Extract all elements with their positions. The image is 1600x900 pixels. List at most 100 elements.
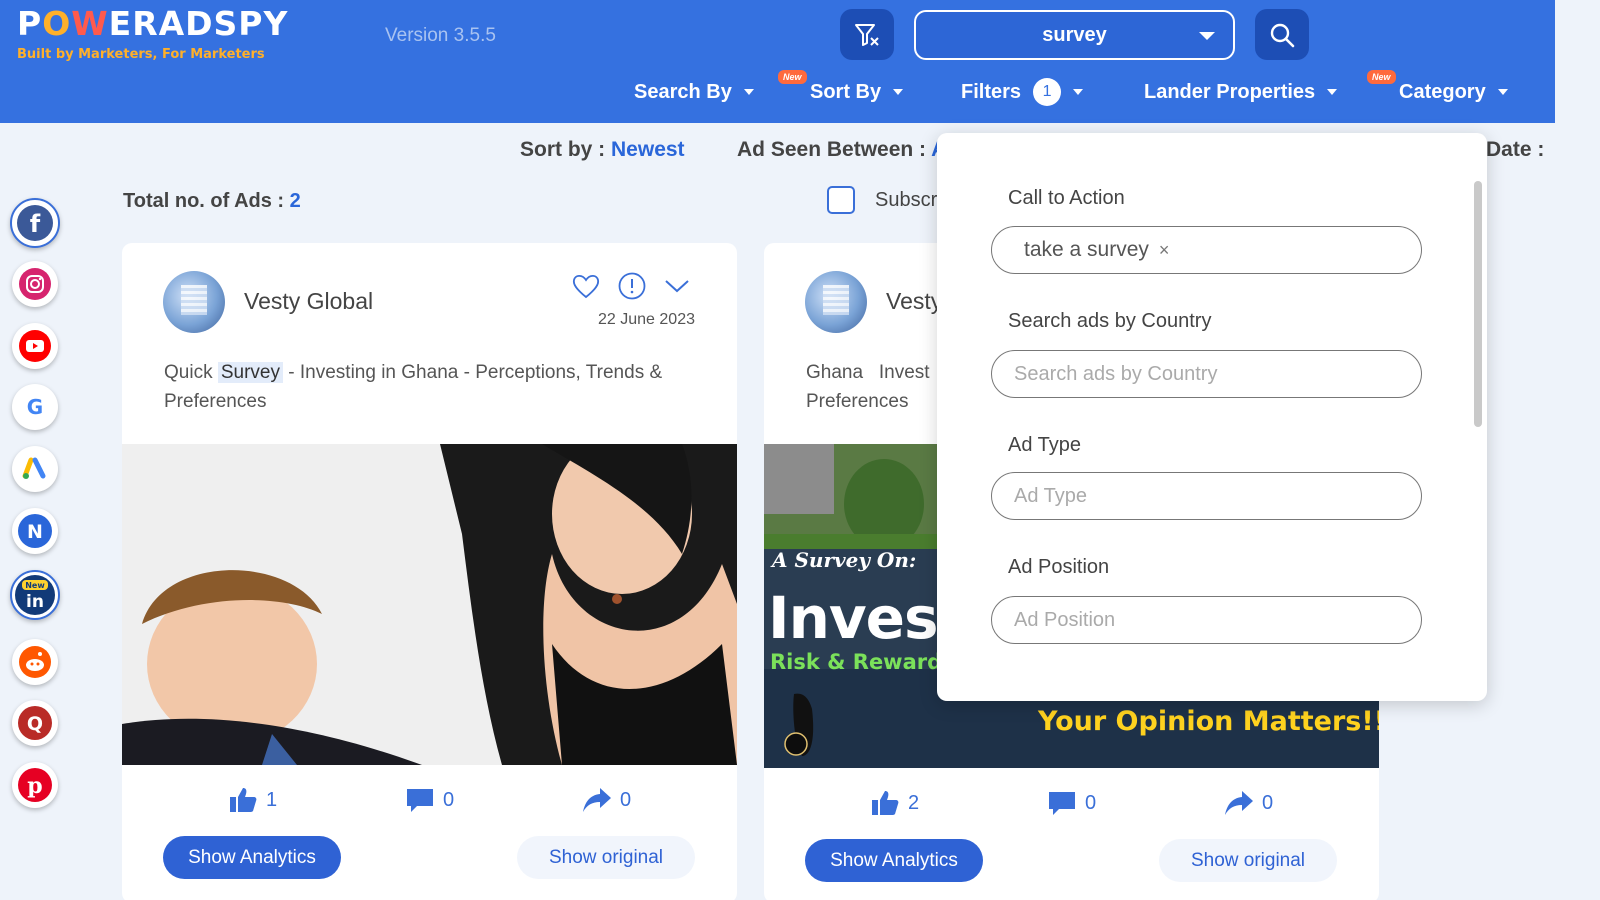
nav-category[interactable]: New Category xyxy=(1367,70,1508,106)
logo-tagline: Built by Marketers, For Marketers xyxy=(17,47,265,62)
show-analytics-button[interactable]: Show Analytics xyxy=(805,839,983,882)
ad-photo-illustration xyxy=(122,444,737,765)
card-actions xyxy=(571,271,691,301)
quora-icon: Q xyxy=(18,706,52,740)
search-keyword-select[interactable]: survey xyxy=(914,10,1235,60)
svg-text:p: p xyxy=(27,773,42,799)
shares-count: 0 xyxy=(620,788,632,811)
show-analytics-button[interactable]: Show Analytics xyxy=(163,836,341,879)
cta-tag: take a survey × xyxy=(1014,238,1169,262)
ad-position-select[interactable]: Ad Position xyxy=(991,596,1422,644)
poweradspy-logo[interactable]: POWERADSPY Built by Marketers, For Marke… xyxy=(17,4,288,62)
new-badge: New xyxy=(778,70,807,84)
date-indicator[interactable]: Date : xyxy=(1486,138,1544,162)
nav-filters[interactable]: Filters 1 xyxy=(961,78,1084,106)
cta-tag-label: take a survey xyxy=(1024,238,1149,261)
logo-wordmark: POWERADSPY xyxy=(17,4,288,43)
sort-by-label: Sort by : xyxy=(520,138,606,161)
ad-image-headline: Inves xyxy=(768,584,939,652)
subscribe-checkbox[interactable] xyxy=(827,186,855,214)
svg-text:in: in xyxy=(26,592,44,612)
search-keyword-value: survey xyxy=(1042,23,1107,46)
thumbs-up-icon xyxy=(230,788,257,812)
chevron-down-icon xyxy=(1073,89,1084,95)
comments-count: 0 xyxy=(1085,791,1097,814)
ad-card: Vesty Global 22 June 2023 Quick Survey -… xyxy=(122,243,737,900)
shares-stat: 0 xyxy=(1224,788,1273,818)
info-icon[interactable] xyxy=(617,271,647,301)
svg-text:N: N xyxy=(27,521,43,543)
reddit-icon xyxy=(19,646,51,678)
ad-seen-between[interactable]: Ad Seen Between : A xyxy=(737,138,946,162)
filter-clear-icon xyxy=(855,23,879,46)
total-ads-label: Total no. of Ads : xyxy=(123,190,285,212)
chevron-down-icon xyxy=(1327,89,1338,95)
chevron-down-icon xyxy=(893,89,904,95)
nav-lander-properties[interactable]: Lander Properties xyxy=(1144,78,1338,106)
linkedin-button[interactable]: New in xyxy=(10,570,60,620)
country-search-input[interactable]: Search ads by Country xyxy=(991,350,1422,398)
facebook-icon: f xyxy=(17,205,53,241)
youtube-icon xyxy=(19,330,51,362)
subscribe-checkbox-row[interactable]: Subscr xyxy=(827,186,937,214)
advertiser-avatar[interactable] xyxy=(163,271,225,333)
nav-sort-by[interactable]: New Sort By xyxy=(778,70,904,106)
show-original-button[interactable]: Show original xyxy=(517,836,695,879)
pinterest-button[interactable]: p xyxy=(12,762,58,808)
google-ads-icon xyxy=(22,457,46,479)
ad-image-banner: Your Opinion Matters!! xyxy=(1038,706,1379,737)
chevron-down-icon[interactable] xyxy=(663,276,691,296)
nav-filters-label: Filters xyxy=(961,80,1022,103)
ad-date: 22 June 2023 xyxy=(598,311,695,328)
engagement-stats: 2 0 0 xyxy=(764,788,1379,820)
likes-count: 2 xyxy=(908,791,920,814)
show-original-button[interactable]: Show original xyxy=(1159,839,1337,882)
nav-lander-properties-label: Lander Properties xyxy=(1144,80,1316,103)
tag-remove-icon[interactable]: × xyxy=(1159,240,1170,261)
reddit-button[interactable] xyxy=(12,639,58,685)
likes-stat: 2 xyxy=(870,788,919,818)
total-ads-value: 2 xyxy=(289,190,301,212)
quora-button[interactable]: Q xyxy=(12,700,58,746)
search-button[interactable] xyxy=(1255,9,1309,60)
nav-search-by[interactable]: Search By xyxy=(634,78,754,106)
comments-stat: 0 xyxy=(1047,788,1096,818)
advertiser-name[interactable]: Vesty xyxy=(886,288,942,315)
nav-category-label: Category xyxy=(1399,80,1486,103)
sort-by-value: Newest xyxy=(611,138,685,161)
ad-image[interactable] xyxy=(122,444,737,765)
comments-stat: 0 xyxy=(405,785,454,815)
youtube-button[interactable] xyxy=(12,323,58,369)
facebook-button[interactable]: f xyxy=(10,198,60,248)
logo-power: POWER xyxy=(17,4,159,43)
svg-text:New: New xyxy=(25,581,45,590)
instagram-icon xyxy=(19,268,51,300)
clear-filter-button[interactable] xyxy=(840,9,894,60)
search-icon xyxy=(1270,23,1295,47)
comment-icon xyxy=(1049,792,1075,815)
total-ads-count: Total no. of Ads : 2 xyxy=(123,190,301,213)
google-icon: G xyxy=(27,395,43,419)
share-icon xyxy=(1225,791,1253,815)
ad-type-select[interactable]: Ad Type xyxy=(991,472,1422,520)
comments-count: 0 xyxy=(443,788,455,811)
advertiser-name[interactable]: Vesty Global xyxy=(244,288,373,315)
panel-scrollbar[interactable] xyxy=(1474,181,1482,427)
shares-stat: 0 xyxy=(582,785,631,815)
filters-dropdown-panel: Call to Action take a survey × Search ad… xyxy=(937,133,1487,701)
google-button[interactable]: G xyxy=(12,384,58,430)
linkedin-icon: New in xyxy=(15,575,55,615)
heart-icon[interactable] xyxy=(571,272,601,300)
nav-search-by-label: Search By xyxy=(634,80,732,103)
svg-text:Q: Q xyxy=(27,713,43,735)
date-label: Date : xyxy=(1486,138,1545,161)
ad-text-start: Quick xyxy=(164,362,213,383)
advertiser-avatar[interactable] xyxy=(805,271,867,333)
google-ads-button[interactable] xyxy=(12,446,58,492)
sort-by-indicator[interactable]: Sort by : Newest xyxy=(520,138,685,162)
top-header: POWERADSPY Built by Marketers, For Marke… xyxy=(0,0,1555,123)
instagram-button[interactable] xyxy=(12,261,58,307)
cta-multiselect[interactable]: take a survey × xyxy=(991,226,1422,274)
native-ads-button[interactable]: N xyxy=(12,508,58,554)
svg-text:f: f xyxy=(30,210,41,238)
